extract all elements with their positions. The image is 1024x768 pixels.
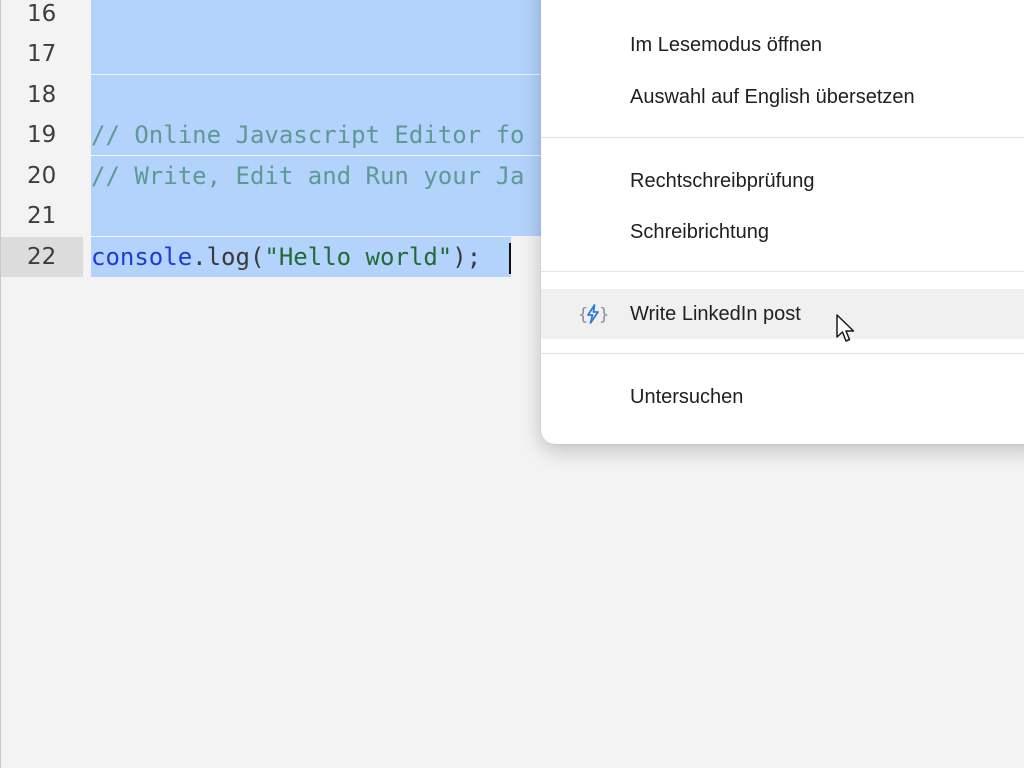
menu-item-label: Schreibrichtung <box>630 221 769 243</box>
selection-highlight <box>91 75 543 115</box>
code-comment: // Online Javascript Editor fo <box>91 121 525 149</box>
svg-text:}: } <box>599 305 609 325</box>
line-number: 17 <box>27 41 57 67</box>
menu-item-label: Write LinkedIn post <box>630 303 801 325</box>
code-punctuation: ); <box>452 243 482 271</box>
selection-highlight <box>91 0 543 34</box>
line-number: 16 <box>27 1 57 27</box>
line-number: 21 <box>27 203 57 229</box>
menu-item-label: Im Lesemodus öffnen <box>630 34 822 56</box>
menu-item-write-linkedin-post[interactable]: { } Write LinkedIn post <box>541 289 1024 339</box>
selection-highlight <box>91 196 543 236</box>
menu-item-translate[interactable]: Auswahl auf English übersetzen <box>541 72 1024 122</box>
code-statement: console.log("Hello world"); <box>91 237 481 277</box>
line-number: 22 <box>1 237 83 277</box>
code-function: log( <box>206 243 265 271</box>
svg-text:{: { <box>578 305 588 325</box>
line-number: 19 <box>27 122 57 148</box>
menu-item-writing-direction[interactable]: Schreibrichtung <box>541 207 1024 257</box>
code-keyword: console <box>91 243 193 271</box>
menu-item-inspect[interactable]: Untersuchen <box>541 372 1024 422</box>
menu-item-label: Auswahl auf English übersetzen <box>630 86 915 108</box>
line-number: 20 <box>27 163 57 189</box>
code-string: "Hello world" <box>264 243 453 271</box>
menu-item-reading-mode[interactable]: Im Lesemodus öffnen <box>541 20 1024 70</box>
menu-item-spellcheck[interactable]: Rechtschreibprüfung <box>541 156 1024 206</box>
selection-highlight <box>91 34 543 74</box>
code-comment: // Write, Edit and Run your Ja <box>91 162 525 190</box>
code-punctuation: . <box>192 243 207 271</box>
menu-item-label: Rechtschreibprüfung <box>630 170 815 192</box>
context-menu: Im Lesemodus öffnen Auswahl auf English … <box>541 0 1024 444</box>
menu-item-label: Untersuchen <box>630 386 744 408</box>
menu-separator <box>541 137 1024 138</box>
mouse-pointer-icon <box>836 314 855 342</box>
ai-compose-icon: { } <box>578 304 609 325</box>
line-number: 18 <box>27 82 57 108</box>
text-caret <box>509 243 511 274</box>
menu-separator <box>541 271 1024 272</box>
menu-separator <box>541 353 1024 354</box>
